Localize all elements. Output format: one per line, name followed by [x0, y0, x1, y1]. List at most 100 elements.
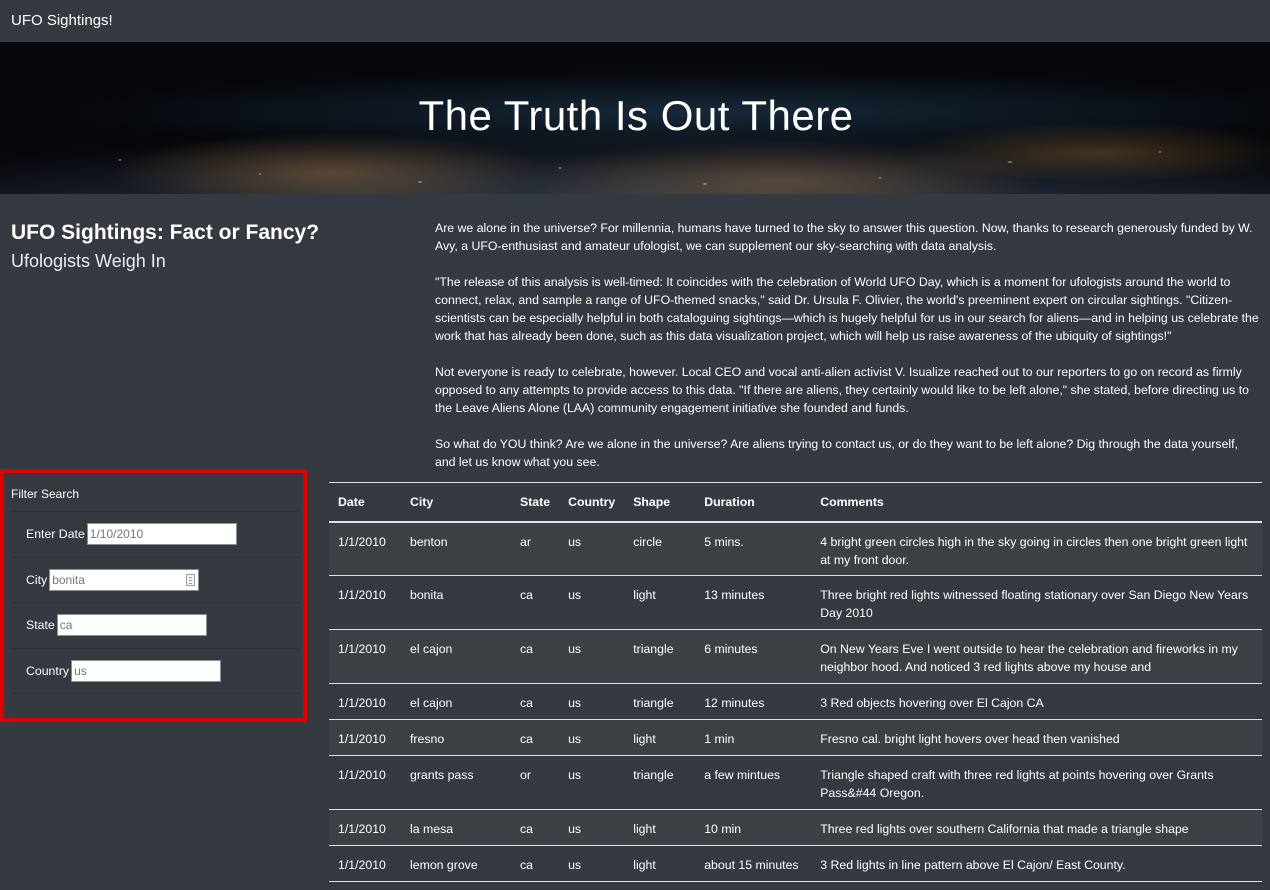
cell-city: benton: [401, 521, 511, 576]
cell-country: us: [559, 629, 625, 684]
filter-list: Enter Date City State Country: [13, 511, 299, 694]
table-row: 1/1/2010 la mesa ca us light 10 min Three red …: [329, 809, 1262, 846]
cell-date: 1/1/2010: [329, 755, 401, 810]
cell-country: us: [559, 575, 625, 630]
country-label: Country: [26, 663, 70, 678]
city-input-wrap: [49, 568, 200, 591]
column-header-date: Date: [329, 482, 401, 523]
cell-date: 1/1/2010: [329, 521, 401, 576]
cell-shape: light: [624, 575, 696, 630]
city-input[interactable]: [49, 568, 200, 591]
country-input[interactable]: [71, 659, 222, 682]
table-row: 1/1/2010 el cajon ca us triangle 6 minutes On …: [329, 629, 1262, 684]
navbar: UFO Sightings!: [0, 0, 1270, 42]
filter-item-date: Enter Date: [13, 512, 299, 558]
cell-date: 1/1/2010: [329, 629, 401, 684]
navbar-brand[interactable]: UFO Sightings!: [11, 12, 113, 29]
table-body: 1/1/2010 benton ar us circle 5 mins. 4 bright …: [329, 521, 1262, 882]
ufo-table-container: Date City State Country Shape Duration C…: [329, 482, 1262, 882]
column-header-duration: Duration: [695, 482, 812, 523]
cell-duration: 13 minutes: [695, 575, 812, 630]
cell-shape: triangle: [624, 629, 696, 684]
cell-date: 1/1/2010: [329, 683, 401, 720]
filter-item-state: State: [13, 603, 299, 649]
filter-title: Filter Search: [11, 487, 80, 501]
cell-state: ca: [511, 809, 560, 846]
cell-comments: Three bright red lights witnessed floati…: [811, 575, 1262, 630]
intro-text: Are we alone in the universe? For millen…: [435, 219, 1261, 489]
cell-shape: light: [624, 719, 696, 756]
table-row: 1/1/2010 el cajon ca us triangle 12 minutes 3 …: [329, 683, 1262, 720]
hero-title: The Truth Is Out There: [418, 92, 854, 139]
cell-shape: triangle: [624, 755, 696, 810]
column-header-state: State: [511, 482, 560, 523]
cell-duration: 12 minutes: [695, 683, 812, 720]
table-row: 1/1/2010 bonita ca us light 13 minutes Three b…: [329, 575, 1262, 630]
table-row: 1/1/2010 fresno ca us light 1 min Fresno cal. …: [329, 719, 1262, 756]
cell-date: 1/1/2010: [329, 809, 401, 846]
cell-date: 1/1/2010: [329, 719, 401, 756]
table-row: 1/1/2010 benton ar us circle 5 mins. 4 bright …: [329, 521, 1262, 576]
column-header-comments: Comments: [811, 482, 1262, 523]
cell-city: el cajon: [401, 629, 511, 684]
cell-city: fresno: [401, 719, 511, 756]
cell-duration: 6 minutes: [695, 629, 812, 684]
city-label: City: [26, 572, 48, 587]
cell-comments: Triangle shaped craft with three red lig…: [811, 755, 1262, 810]
cell-date: 1/1/2010: [329, 575, 401, 630]
cell-state: ca: [511, 719, 560, 756]
table-row: 1/1/2010 lemon grove ca us light about 15 min…: [329, 845, 1262, 882]
column-header-city: City: [401, 482, 511, 523]
cell-comments: 3 Red lights in line pattern above El Ca…: [811, 845, 1262, 882]
cell-duration: 10 min: [695, 809, 812, 846]
page-title: UFO Sightings: Fact or Fancy?: [11, 221, 320, 244]
intro-paragraph: "The release of this analysis is well-ti…: [435, 275, 1259, 343]
intro-paragraph: Are we alone in the universe? For millen…: [435, 221, 1253, 253]
cell-state: ca: [511, 683, 560, 720]
date-label: Enter Date: [26, 527, 85, 542]
cell-state: or: [511, 755, 560, 810]
state-input[interactable]: [56, 614, 207, 637]
filter-item-country: Country: [13, 649, 299, 694]
cell-country: us: [559, 719, 625, 756]
cell-state: ca: [511, 845, 560, 882]
cell-shape: triangle: [624, 683, 696, 720]
cell-city: la mesa: [401, 809, 511, 846]
cell-comments: 3 Red objects hovering over El Cajon CA: [811, 683, 1262, 720]
cell-country: us: [559, 809, 625, 846]
page-heading: UFO Sightings: Fact or Fancy? Ufologists…: [11, 219, 391, 276]
table-row: 1/1/2010 grants pass or us triangle a few min…: [329, 755, 1262, 810]
table-header-row: Date City State Country Shape Duration C…: [329, 482, 1262, 523]
cell-date: 1/1/2010: [329, 845, 401, 882]
intro-paragraph: So what do YOU think? Are we alone in th…: [435, 437, 1238, 469]
cell-duration: 5 mins.: [695, 521, 812, 576]
filter-item-city: City: [13, 558, 299, 603]
cell-shape: circle: [624, 521, 696, 576]
cell-comments: On New Years Eve I went outside to hear …: [811, 629, 1262, 684]
cell-comments: Fresno cal. bright light hovers over hea…: [811, 719, 1262, 756]
cell-country: us: [559, 683, 625, 720]
ufo-table: Date City State Country Shape Duration C…: [329, 482, 1262, 882]
cell-state: ar: [511, 521, 560, 576]
cell-duration: 1 min: [695, 719, 812, 756]
cell-duration: about 15 minutes: [695, 845, 812, 882]
cell-city: grants pass: [401, 755, 511, 810]
intro-paragraph: Not everyone is ready to celebrate, howe…: [435, 365, 1249, 415]
cell-state: ca: [511, 629, 560, 684]
cell-comments: Three red lights over southern Californi…: [811, 809, 1262, 846]
filter-panel: Filter Search Enter Date City State Coun…: [0, 469, 307, 722]
page-subtitle: Ufologists Weigh In: [11, 251, 166, 271]
cell-comments: 4 bright green circles high in the sky g…: [811, 521, 1262, 576]
cell-country: us: [559, 521, 625, 576]
cell-city: bonita: [401, 575, 511, 630]
autofill-icon[interactable]: [186, 573, 196, 586]
cell-country: us: [559, 845, 625, 882]
cell-country: us: [559, 755, 625, 810]
cell-shape: light: [624, 809, 696, 846]
cell-city: lemon grove: [401, 845, 511, 882]
column-header-shape: Shape: [624, 482, 696, 523]
date-input[interactable]: [86, 523, 237, 546]
cell-shape: light: [624, 845, 696, 882]
state-label: State: [26, 618, 55, 633]
cell-city: el cajon: [401, 683, 511, 720]
